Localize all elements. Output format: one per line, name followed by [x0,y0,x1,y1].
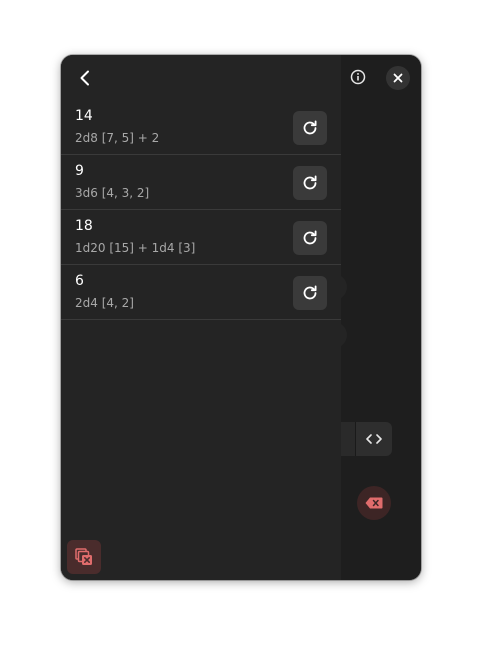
history-row[interactable]: 6 2d4 [4, 2] [61,265,341,320]
chevron-left-icon [80,70,89,86]
history-formula: 2d8 [7, 5] + 2 [75,131,160,145]
history-formula: 2d4 [4, 2] [75,296,134,310]
refresh-icon [303,175,317,190]
history-formula: 3d6 [4, 3, 2] [75,186,150,200]
refresh-icon [303,285,317,300]
history-row[interactable]: 14 2d8 [7, 5] + 2 [61,100,341,155]
backspace-button[interactable] [357,486,391,520]
code-button[interactable] [355,422,392,456]
reroll-button[interactable] [293,111,327,145]
info-icon [350,69,366,85]
refresh-icon [303,230,317,245]
history-result: 6 [75,273,84,289]
app-window: 14 2d8 [7, 5] + 2 9 3d6 [4, 3, 2] 18 1d2… [61,55,421,580]
history-row[interactable]: 18 1d20 [15] + 1d4 [3] [61,210,341,265]
backspace-icon [365,497,383,509]
history-list: 14 2d8 [7, 5] + 2 9 3d6 [4, 3, 2] 18 1d2… [61,100,341,320]
history-row[interactable]: 9 3d6 [4, 3, 2] [61,155,341,210]
history-formula: 1d20 [15] + 1d4 [3] [75,241,196,255]
close-icon [393,73,403,83]
clear-history-icon [75,548,92,565]
history-sidebar: 14 2d8 [7, 5] + 2 9 3d6 [4, 3, 2] 18 1d2… [61,55,341,580]
close-button[interactable] [386,66,410,90]
reroll-button[interactable] [293,166,327,200]
reroll-button[interactable] [293,221,327,255]
history-result: 18 [75,218,93,234]
back-button[interactable] [73,66,97,90]
refresh-icon [303,120,317,135]
clear-history-button[interactable] [67,540,101,574]
info-button[interactable] [347,66,369,88]
history-result: 14 [75,108,93,124]
code-icon [366,434,382,444]
reroll-button[interactable] [293,276,327,310]
history-result: 9 [75,163,84,179]
